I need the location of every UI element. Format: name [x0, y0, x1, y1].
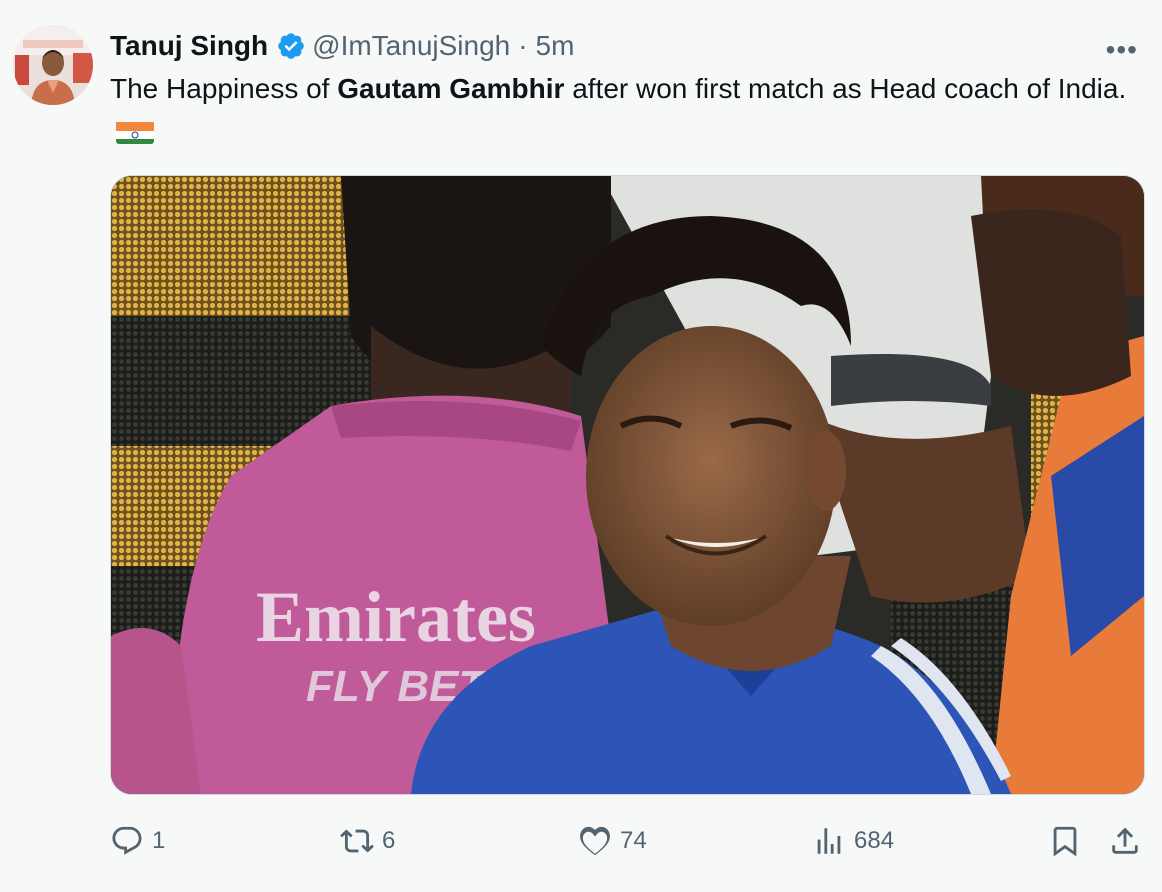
tweet-text-part: The Happiness of [110, 73, 338, 104]
tweet-text: The Happiness of Gautam Gambhir after wo… [110, 68, 1155, 150]
tweet-media-image[interactable]: Emirates FLY BETT [110, 175, 1145, 795]
retweet-icon [340, 829, 374, 853]
reply-count: 1 [152, 827, 166, 854]
like-icon [580, 826, 610, 856]
reply-button[interactable]: 1 [110, 818, 165, 864]
views-button[interactable]: 684 [812, 818, 894, 864]
bookmark-button[interactable] [1048, 818, 1082, 864]
views-count: 684 [854, 827, 895, 854]
user-handle[interactable]: @ImTanujSingh [312, 30, 510, 62]
bookmark-icon [1053, 826, 1077, 857]
avatar[interactable] [13, 25, 93, 105]
tweet-text-bold: Gautam Gambhir [337, 73, 565, 104]
display-name[interactable]: Tanuj Singh [110, 30, 268, 62]
tweet-header: Tanuj Singh @ImTanujSingh · 5m ••• [110, 26, 1142, 66]
india-flag-icon [116, 118, 154, 144]
timestamp[interactable]: 5m [536, 30, 575, 62]
separator-dot: · [518, 30, 528, 61]
retweet-count: 6 [382, 827, 396, 854]
retweet-button[interactable]: 6 [340, 818, 395, 864]
more-icon[interactable]: ••• [1106, 34, 1138, 66]
views-icon [817, 828, 841, 854]
tweet-text-part: after won first match as Head coach of I… [564, 73, 1127, 104]
sponsor-text: Emirates [256, 577, 536, 657]
photo-scene: Emirates FLY BETT [111, 176, 1144, 794]
verified-badge-icon [278, 33, 304, 59]
like-button[interactable]: 74 [578, 818, 647, 864]
share-icon [1112, 827, 1138, 854]
reply-icon [112, 826, 142, 855]
share-button[interactable] [1108, 818, 1142, 864]
tweet-actions: 1 6 74 684 [110, 818, 1150, 864]
avatar-image [13, 25, 93, 105]
like-count: 74 [620, 827, 647, 854]
